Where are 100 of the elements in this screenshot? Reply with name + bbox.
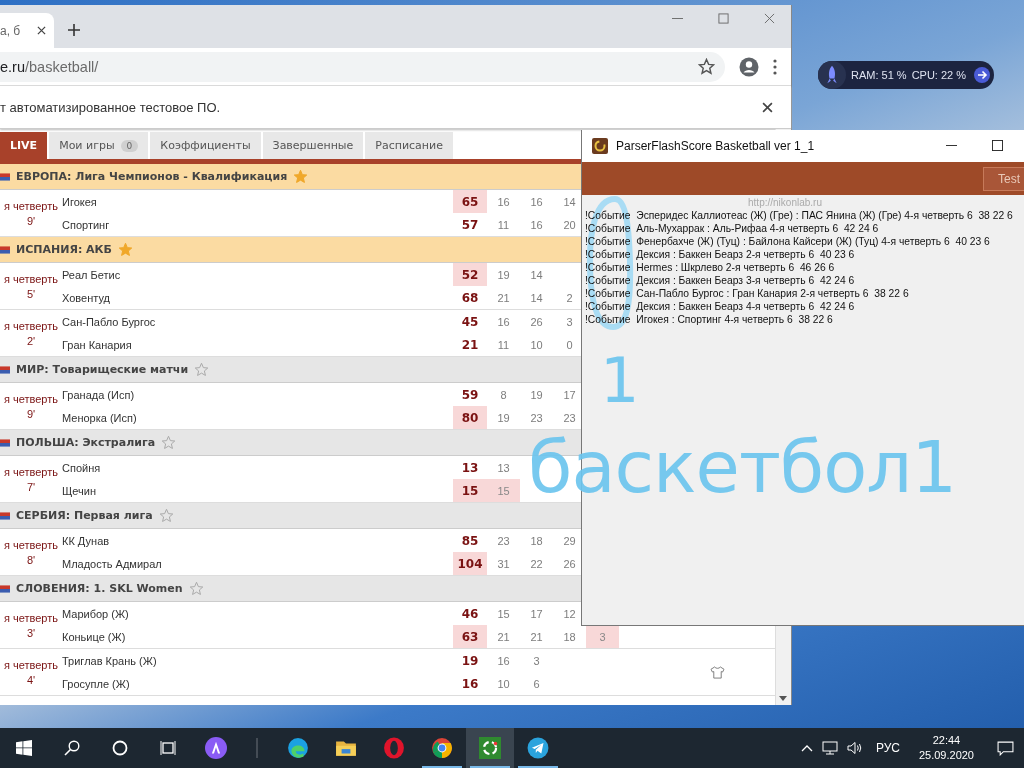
test-button[interactable]: Test: [983, 166, 1024, 191]
parser-app-button[interactable]: [466, 728, 514, 768]
period-score: 15: [496, 606, 511, 622]
period-score: 16: [496, 194, 511, 210]
team-score: 59: [460, 386, 480, 404]
period-score: 19: [529, 387, 544, 403]
parser-app-icon: [479, 737, 501, 759]
nav-tab[interactable]: Мои игры 0: [49, 132, 149, 159]
period-score: 13: [496, 460, 511, 476]
language-indicator[interactable]: РУС: [875, 741, 900, 755]
maximize-icon[interactable]: [992, 140, 1003, 151]
period-score: 3: [586, 625, 619, 648]
nav-tab[interactable]: Коэффициенты: [150, 132, 261, 159]
favorite-star-icon[interactable]: [293, 169, 309, 184]
nav-tab[interactable]: LIVE: [0, 132, 48, 159]
clock-time[interactable]: 22:44: [932, 733, 961, 748]
match-stage: я четверть: [4, 538, 58, 551]
team-name: КК Дунав: [62, 534, 111, 547]
league-name: СЛОВЕНИЯ: 1. SKL Women: [16, 582, 183, 595]
team-name: Спойня: [62, 461, 102, 474]
match-stage: я четверть: [4, 199, 58, 212]
period-score: 21: [496, 629, 511, 645]
period-score: 14: [529, 290, 544, 306]
network-icon[interactable]: [821, 741, 838, 755]
match-stage: я четверть: [4, 319, 58, 332]
nav-tab[interactable]: Расписание: [365, 132, 453, 159]
team-score: 104: [453, 552, 487, 575]
period-score: 0: [565, 337, 574, 353]
match-minute: 9': [26, 214, 36, 227]
arrow-right-icon[interactable]: [974, 67, 990, 83]
flag-icon: [0, 365, 10, 374]
team-score: 68: [460, 289, 480, 307]
period-score: 16: [529, 217, 544, 233]
flag-icon: [0, 511, 10, 520]
favorite-star-icon[interactable]: [158, 508, 174, 523]
team-score: 65: [453, 190, 487, 213]
team-name: Ховентуд: [62, 291, 111, 304]
period-score: 16: [496, 314, 511, 330]
period-score: 21: [529, 629, 544, 645]
match-minute: 8': [26, 553, 36, 566]
clock-date[interactable]: 25.09.2020: [918, 748, 974, 763]
favorite-star-icon[interactable]: [188, 581, 204, 596]
period-score: 19: [496, 410, 511, 426]
team-name: Марибор (Ж): [62, 607, 130, 620]
ram-usage: RAM: 51 %: [851, 69, 907, 81]
period-score: 18: [562, 629, 577, 645]
close-icon[interactable]: [762, 101, 773, 113]
edge-browser-icon: [287, 737, 309, 759]
address-field[interactable]: e.ru/basketball/: [0, 51, 725, 82]
menu-icon[interactable]: [773, 58, 777, 75]
match-minute: 5': [26, 287, 36, 300]
match-minute: 3': [26, 626, 36, 639]
team-score: 63: [453, 625, 487, 648]
period-score: 14: [562, 194, 577, 210]
handwritten-digit: 1: [600, 350, 640, 412]
chevron-up-icon[interactable]: [800, 744, 813, 752]
log-line: !Событие Дексия : Баккен Беарз 2-я четверть 6 40 23 6: [585, 248, 856, 261]
volume-icon[interactable]: [846, 741, 863, 755]
team-name: Щечин: [62, 484, 97, 497]
team-name: Гросупле (Ж): [62, 677, 131, 690]
period-score: 15: [487, 479, 520, 502]
team-name: Игокея: [62, 195, 98, 208]
chrome-icon: [431, 737, 453, 759]
scroll-down-icon[interactable]: [779, 696, 787, 701]
close-icon[interactable]: [37, 26, 46, 35]
period-score: 31: [496, 556, 511, 572]
match-minute: 9': [26, 407, 36, 420]
league-name: ПОЛЬША: Экстралига: [16, 436, 156, 449]
period-score: 12: [562, 606, 577, 622]
shirt-icon[interactable]: [710, 666, 725, 679]
match-minute: 4': [26, 673, 36, 686]
notification-icon[interactable]: [997, 740, 1014, 756]
browser-tab[interactable]: а, б: [0, 13, 54, 48]
task-view-icon: [160, 740, 176, 756]
bookmark-star-icon[interactable]: [698, 58, 715, 75]
team-name: Сан-Пабло Бургос: [62, 315, 157, 328]
favorite-star-icon[interactable]: [118, 242, 133, 257]
team-name: Менорка (Исп): [62, 411, 138, 424]
log-line: !Событие Эсперидес Каллиотеас (Ж) (Гре) : ПАС Янина (Ж) (Гре) 4-я четверть 6 38 22 6: [585, 209, 1014, 222]
period-score: 21: [496, 290, 511, 306]
log-line: !Событие Игокея : Спортинг 4-я четверть 6 38 22 6: [585, 313, 834, 326]
period-score: 17: [562, 387, 577, 403]
period-score: 14: [529, 267, 544, 283]
team-score: 57: [460, 216, 480, 234]
profile-icon[interactable]: [739, 56, 759, 77]
team-score: 46: [460, 605, 480, 623]
new-tab-icon[interactable]: [68, 24, 80, 36]
nav-tab[interactable]: Завершенные: [262, 132, 364, 159]
period-score: 17: [529, 606, 544, 622]
match-stage: я четверть: [4, 272, 58, 285]
period-score: 3: [532, 653, 541, 669]
period-score: 23: [496, 533, 511, 549]
favorite-star-icon[interactable]: [161, 435, 177, 450]
match-stage: я четверть: [4, 465, 58, 478]
favorite-star-icon[interactable]: [194, 362, 210, 377]
team-score: 80: [453, 406, 487, 429]
rocket-icon[interactable]: [818, 61, 846, 89]
period-score: 22: [529, 556, 544, 572]
period-score: 26: [562, 556, 577, 572]
match-stage: я четверть: [4, 611, 58, 624]
